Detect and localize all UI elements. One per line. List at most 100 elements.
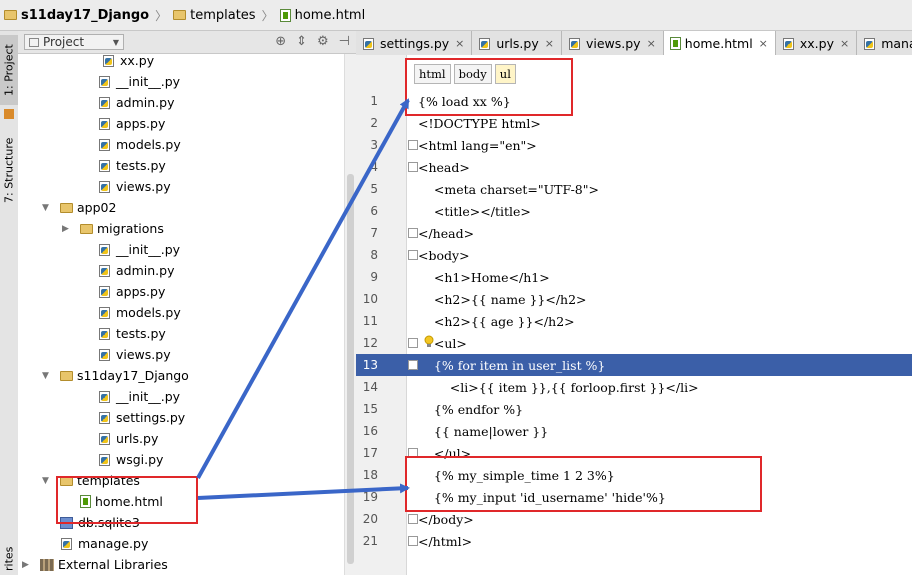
fold-marker-icon[interactable]	[408, 448, 418, 458]
code-line[interactable]: 15 {% endfor %}	[356, 398, 912, 420]
expand-down-icon[interactable]: ▼	[42, 476, 49, 486]
breadcrumb-project[interactable]: s11day17_Django	[4, 8, 149, 23]
expand-right-icon[interactable]: ▶	[62, 224, 69, 234]
code-line[interactable]: 13 {% for item in user_list %}	[356, 354, 912, 376]
expand-down-icon[interactable]: ▼	[42, 371, 49, 381]
tag-breadcrumb-item[interactable]: ul	[494, 64, 516, 84]
code-line[interactable]: 8 <body>	[356, 244, 912, 266]
tree-item[interactable]: __init__.py	[18, 386, 344, 407]
tag-breadcrumb-item[interactable]: body	[453, 64, 492, 84]
close-tab-icon[interactable]: ×	[840, 37, 849, 50]
tab-structure-tool[interactable]: 7: Structure	[0, 125, 18, 215]
code-line[interactable]: 21 </html>	[356, 530, 912, 552]
code-line[interactable]: 14 <li>{{ item }},{{ forloop.first }}</l…	[356, 376, 912, 398]
tree-item[interactable]: ▶ External Libraries	[18, 554, 344, 575]
editor-tab[interactable]: views.py ×	[561, 31, 664, 55]
tree-item[interactable]: ▶ migrations	[18, 218, 344, 239]
tree-item[interactable]: tests.py	[18, 155, 344, 176]
target-icon[interactable]: ⊕	[275, 34, 286, 49]
fold-marker-icon[interactable]	[408, 250, 418, 260]
tree-item[interactable]: admin.py	[18, 260, 344, 281]
tree-item[interactable]: admin.py	[18, 92, 344, 113]
tree-item-label: External Libraries	[58, 557, 168, 572]
breadcrumb-templates[interactable]: templates	[173, 8, 256, 23]
code-line[interactable]: 4 <head>	[356, 156, 912, 178]
code-line[interactable]: 18 {% my_simple_time 1 2 3%}	[356, 464, 912, 486]
scrollbar-thumb[interactable]	[347, 174, 354, 564]
tree-item[interactable]: manage.py	[18, 533, 344, 554]
editor-tab[interactable]: xx.py ×	[775, 31, 858, 55]
python-file-icon	[98, 180, 111, 193]
tree-item-label: __init__.py	[116, 74, 181, 89]
code-line[interactable]: 17 </ul>	[356, 442, 912, 464]
fold-marker-icon[interactable]	[408, 514, 418, 524]
editor-tab[interactable]: home.html ×	[663, 31, 776, 55]
close-tab-icon[interactable]: ×	[455, 37, 464, 50]
code-line[interactable]: 5 <meta charset="UTF-8">	[356, 178, 912, 200]
code-line[interactable]: 6 <title></title>	[356, 200, 912, 222]
fold-marker-icon[interactable]	[408, 360, 418, 370]
code-line[interactable]: 1 {% load xx %}	[356, 90, 912, 112]
tree-item[interactable]: ▼ templates	[18, 470, 344, 491]
tree-item[interactable]: ▼ app02	[18, 197, 344, 218]
tree-item-label: manage.py	[78, 536, 149, 551]
tree-item[interactable]: home.html	[18, 491, 344, 512]
code-line[interactable]: 12 <ul>	[356, 332, 912, 354]
code-line[interactable]: 20 </body>	[356, 508, 912, 530]
expand-right-icon[interactable]: ▶	[22, 560, 29, 570]
code-text: {% my_simple_time 1 2 3%}	[418, 467, 615, 483]
tree-item[interactable]: tests.py	[18, 323, 344, 344]
code-line[interactable]: 19 {% my_input 'id_username' 'hide'%}	[356, 486, 912, 508]
editor-tab[interactable]: urls.py ×	[472, 31, 562, 55]
tree-item[interactable]: ▼ s11day17_Django	[18, 365, 344, 386]
code-line[interactable]: 10 <h2>{{ name }}</h2>	[356, 288, 912, 310]
tab-project-tool[interactable]: 1: Project	[0, 35, 18, 105]
gear-icon[interactable]: ⚙	[317, 34, 329, 49]
tree-item[interactable]: apps.py	[18, 113, 344, 134]
tree-item[interactable]: db.sqlite3	[18, 512, 344, 533]
fold-marker-icon[interactable]	[408, 162, 418, 172]
folder-icon	[4, 10, 17, 20]
code-line[interactable]: 9 <h1>Home</h1>	[356, 266, 912, 288]
tab-favorites-tool[interactable]: rites	[0, 543, 18, 575]
code-line[interactable]: 3 <html lang="en">	[356, 134, 912, 156]
editor-tab[interactable]: settings.py ×	[356, 31, 473, 55]
tag-breadcrumb-item[interactable]: html	[414, 64, 451, 84]
tree-item-label: admin.py	[116, 95, 175, 110]
tag-breadcrumb: html body ul	[414, 64, 516, 84]
tree-item[interactable]: __init__.py	[18, 239, 344, 260]
line-number: 15	[362, 402, 378, 416]
tree-item[interactable]: wsgi.py	[18, 449, 344, 470]
editor-tab[interactable]: manag	[857, 31, 912, 55]
fold-marker-icon[interactable]	[408, 536, 418, 546]
tree-item[interactable]: models.py	[18, 302, 344, 323]
tree-item-label: wsgi.py	[116, 452, 164, 467]
close-tab-icon[interactable]: ×	[545, 37, 554, 50]
code-line[interactable]: 7 </head>	[356, 222, 912, 244]
fold-marker-icon[interactable]	[408, 228, 418, 238]
tree-item[interactable]: models.py	[18, 134, 344, 155]
line-number: 1	[370, 94, 378, 108]
collapse-all-icon[interactable]: ⇕	[296, 34, 307, 49]
fold-marker-icon[interactable]	[408, 338, 418, 348]
close-tab-icon[interactable]: ×	[647, 37, 656, 50]
tree-item[interactable]: urls.py	[18, 428, 344, 449]
fold-marker-icon[interactable]	[408, 140, 418, 150]
tree-item[interactable]: settings.py	[18, 407, 344, 428]
code-line[interactable]: 2 <!DOCTYPE html>	[356, 112, 912, 134]
tree-item[interactable]: xx.py	[18, 54, 344, 71]
tree-item[interactable]: views.py	[18, 344, 344, 365]
code-line[interactable]: 11 <h2>{{ age }}</h2>	[356, 310, 912, 332]
project-scrollbar[interactable]	[344, 54, 356, 575]
chevron-right-icon: 〉	[261, 8, 274, 23]
tree-item[interactable]: apps.py	[18, 281, 344, 302]
expand-down-icon[interactable]: ▼	[42, 203, 49, 213]
project-view-select[interactable]: Project ▼	[24, 34, 124, 50]
tree-item[interactable]: views.py	[18, 176, 344, 197]
hide-panel-icon[interactable]: ⊣	[339, 34, 350, 49]
code-editor[interactable]: 1 {% load xx %} 2 <!DOCTYPE html> 3 <html lan…	[356, 55, 912, 575]
breadcrumb-file[interactable]: home.html	[279, 8, 365, 23]
tree-item[interactable]: __init__.py	[18, 71, 344, 92]
close-tab-icon[interactable]: ×	[759, 37, 768, 50]
code-line[interactable]: 16 {{ name|lower }}	[356, 420, 912, 442]
